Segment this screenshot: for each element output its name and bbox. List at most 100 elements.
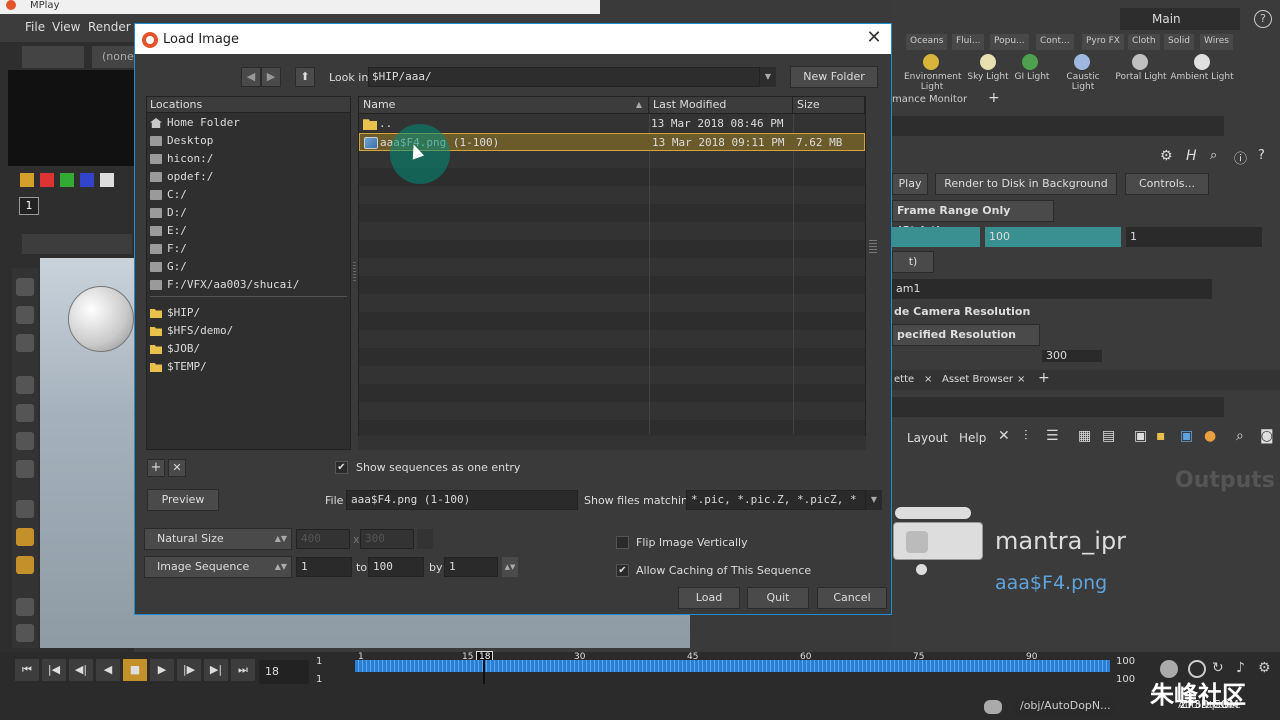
houdini-help-icon[interactable]: H: [1186, 148, 1197, 164]
end-frame[interactable]: 100: [1116, 656, 1135, 667]
eye-tool-icon[interactable]: [16, 624, 34, 642]
stop-button[interactable]: ■: [123, 659, 147, 681]
column-last-modified[interactable]: Last Modified: [649, 97, 793, 114]
location-hicon[interactable]: hicon:/: [147, 150, 350, 168]
time-cursor[interactable]: [483, 660, 485, 684]
location-d[interactable]: D:/: [147, 204, 350, 222]
next-key-button[interactable]: |▶: [177, 659, 201, 681]
ambient-light-icon[interactable]: [1194, 54, 1210, 70]
frame-field[interactable]: 1: [19, 197, 39, 215]
back-button[interactable]: ◀: [241, 67, 261, 87]
column-size[interactable]: Size: [793, 97, 865, 114]
mantra-node[interactable]: [893, 522, 983, 560]
environment-light-icon[interactable]: [923, 54, 939, 70]
snap-tool-icon[interactable]: [16, 460, 34, 478]
shelf-tab-container[interactable]: Cont...: [1036, 34, 1074, 50]
info-icon[interactable]: ⓘ: [1234, 148, 1247, 167]
question-icon[interactable]: ?: [1258, 148, 1265, 163]
asset-browser-tab[interactable]: Asset Browser: [942, 374, 1013, 385]
step-spinner-icon[interactable]: ▲▼: [502, 557, 518, 577]
shelf-tab-wires[interactable]: Wires: [1200, 34, 1233, 50]
shelf-tab-fluids[interactable]: Flui...: [952, 34, 985, 50]
gi-light-icon[interactable]: [1022, 54, 1038, 70]
sequence-end-field[interactable]: 100: [368, 557, 424, 577]
node-output-connector[interactable]: [916, 564, 927, 575]
gear-icon[interactable]: ⚙: [1160, 148, 1173, 164]
resize-handle[interactable]: [869, 240, 877, 254]
magnet-alt-tool-icon[interactable]: [16, 432, 34, 450]
select-tool-icon[interactable]: [16, 278, 34, 296]
list-icon[interactable]: ☰: [1046, 428, 1059, 444]
horizontal-scrollbar[interactable]: [358, 436, 866, 450]
location-opdef[interactable]: opdef:/: [147, 168, 350, 186]
caustic-light-icon[interactable]: [1074, 54, 1090, 70]
location-desktop[interactable]: Desktop: [147, 132, 350, 150]
remove-location-button[interactable]: ✕: [168, 459, 186, 477]
range-step-field[interactable]: 1: [1126, 227, 1262, 247]
cancel-button[interactable]: Cancel: [817, 587, 887, 609]
mplay-toolbar[interactable]: [22, 46, 84, 68]
unit-dropdown[interactable]: t): [892, 251, 934, 273]
load-button[interactable]: Load: [678, 587, 740, 609]
location-shucai[interactable]: F:/VFX/aa003/shucai/: [147, 276, 350, 294]
menu-view[interactable]: View: [52, 20, 80, 34]
shelf-tab-solid[interactable]: Solid: [1164, 34, 1194, 50]
shelf-tab-pyro[interactable]: Pyro FX: [1082, 34, 1124, 50]
portal-light-icon[interactable]: [1132, 54, 1148, 70]
column-name[interactable]: Name ▲: [359, 97, 649, 114]
close-tab-icon[interactable]: ×: [924, 374, 932, 385]
status-path[interactable]: /obj/AutoDopN...: [1014, 697, 1114, 715]
play-button[interactable]: Play: [892, 173, 928, 195]
search-icon[interactable]: ⌕: [1210, 148, 1217, 163]
file-input[interactable]: aaa$F4.png (1-100): [346, 490, 578, 510]
size-mode-dropdown[interactable]: Natural Size ▲▼: [144, 528, 292, 550]
play-forward-button[interactable]: ▶: [150, 659, 174, 681]
menu-file[interactable]: File: [25, 20, 45, 34]
chevron-down-icon[interactable]: ▼: [760, 67, 776, 87]
sequence-start-field[interactable]: 1: [296, 557, 352, 577]
help-icon[interactable]: ?: [1254, 10, 1272, 28]
location-g[interactable]: G:/: [147, 258, 350, 276]
perf-monitor-tab[interactable]: mance Monitor: [892, 94, 967, 105]
sequence-mode-dropdown[interactable]: Image Sequence ▲▼: [144, 556, 292, 578]
tree-icon[interactable]: ⫶: [1024, 428, 1028, 444]
help-menu[interactable]: Help: [959, 431, 986, 445]
record-icon[interactable]: [16, 556, 34, 574]
mplay-sequence-dropdown[interactable]: (none: [92, 46, 134, 68]
close-asset-tab-icon[interactable]: ×: [1017, 374, 1025, 385]
menu-render[interactable]: Render: [88, 20, 131, 34]
location-c[interactable]: C:/: [147, 186, 350, 204]
close-icon[interactable]: ✕: [863, 27, 885, 49]
add-tab-icon[interactable]: +: [988, 90, 1000, 106]
layout-menu[interactable]: Layout: [907, 431, 948, 445]
loop-icon[interactable]: ↻: [1212, 660, 1224, 676]
forward-button[interactable]: ▶: [261, 67, 281, 87]
bookmark-hip[interactable]: $HIP/: [147, 304, 350, 322]
shelf-tab-populate[interactable]: Popu...: [990, 34, 1029, 50]
move-tool-icon[interactable]: [16, 306, 34, 324]
zoom-icon[interactable]: ⌕: [1236, 428, 1244, 444]
resolution-dropdown[interactable]: pecified Resolution: [892, 324, 1040, 346]
frame-range-dropdown[interactable]: Frame Range Only (Strict): [892, 200, 1054, 237]
render-background-button[interactable]: Render to Disk in Background: [935, 173, 1117, 195]
flip-vertical-checkbox[interactable]: [616, 536, 629, 549]
current-frame-field[interactable]: 18: [259, 660, 309, 684]
step-start-button[interactable]: |◀: [42, 659, 66, 681]
new-folder-button[interactable]: New Folder: [790, 66, 878, 88]
jump-end-button[interactable]: ⏭: [231, 659, 255, 681]
quit-button[interactable]: Quit: [747, 587, 809, 609]
up-directory-button[interactable]: ⬆: [295, 67, 315, 87]
resolution-field[interactable]: 300: [1042, 350, 1102, 362]
sequence-step-field[interactable]: 1: [444, 557, 498, 577]
look-in-field[interactable]: $HIP/aaa/: [368, 67, 760, 87]
camera-field[interactable]: am1: [892, 279, 1212, 299]
handle-tool-icon[interactable]: [16, 376, 34, 394]
image-icon[interactable]: ▣: [1134, 428, 1147, 444]
jump-start-button[interactable]: ⏮: [15, 659, 39, 681]
start-frame[interactable]: 1: [316, 656, 322, 667]
start-frame-2[interactable]: 1: [316, 674, 322, 685]
shelf-tab-oceans[interactable]: Oceans: [906, 34, 948, 50]
chevron-down-icon[interactable]: ▼: [866, 490, 882, 510]
rotate-tool-icon[interactable]: [16, 334, 34, 352]
wrench-icon[interactable]: ✕: [998, 428, 1010, 444]
